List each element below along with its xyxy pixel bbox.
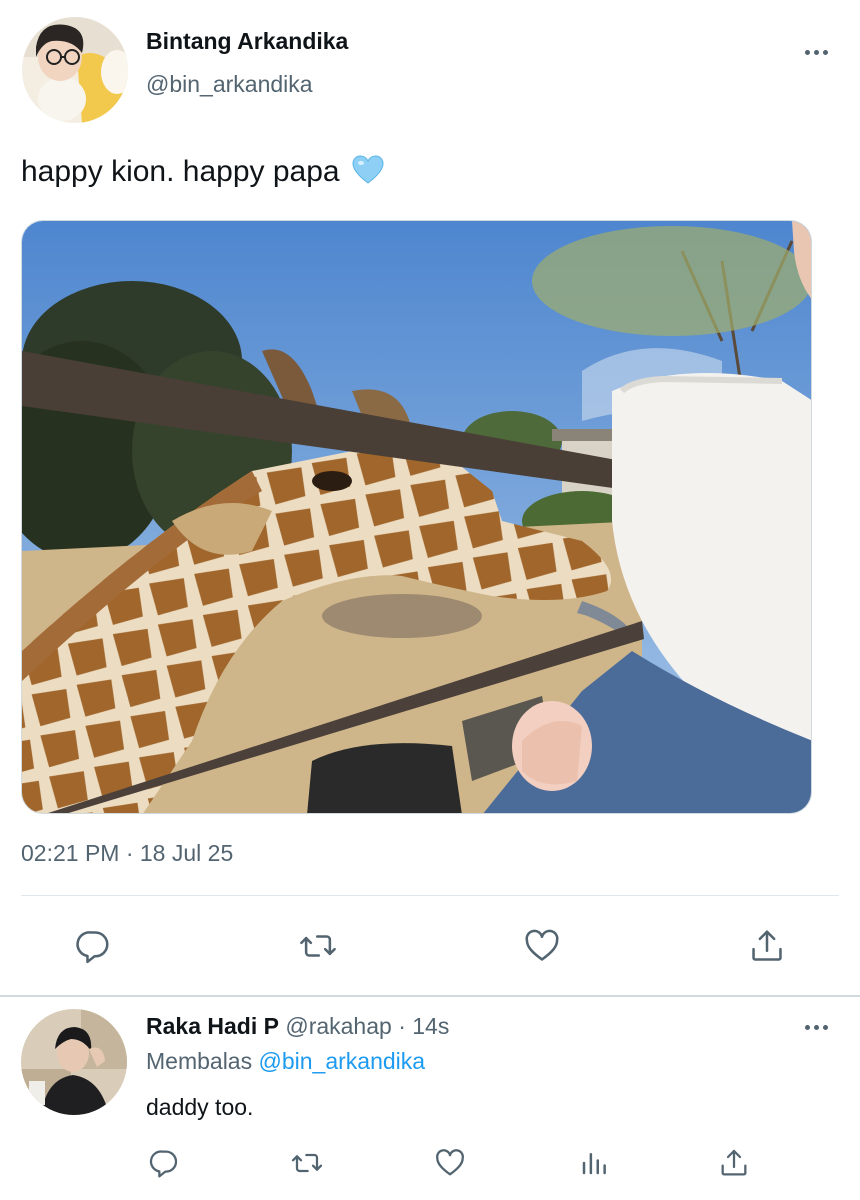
light-blue-heart-icon [352,155,384,193]
giraffe-photo [22,221,811,813]
reply-reply-icon[interactable] [146,1145,182,1181]
reply-retweet-icon[interactable] [288,1145,326,1181]
tweet-text: happy kion. happy papa [21,155,384,193]
reply-text: daddy too. [146,1094,254,1120]
reply-share-icon[interactable] [716,1145,752,1181]
main-tweet: Bintang Arkandika @bin_arkandika happy k… [0,0,860,995]
replying-to-line: Membalas @bin_arkandika [146,1048,425,1075]
like-icon[interactable] [520,925,564,967]
reply-author-avatar[interactable] [21,1009,127,1115]
more-options-icon[interactable] [796,42,836,62]
author-avatar[interactable] [22,17,128,123]
tweet-photo[interactable] [21,220,812,814]
divider [21,895,839,896]
tweet-text-content: happy kion. happy papa [21,155,340,188]
reply-tweet[interactable]: Raka Hadi P @rakahap · 14s Membalas @bin… [0,997,860,1200]
author-name[interactable]: Bintang Arkandika [146,28,348,55]
reply-like-icon[interactable] [432,1145,468,1181]
reply-header: Raka Hadi P @rakahap · 14s [146,1013,449,1040]
retweet-icon[interactable] [296,925,340,967]
reply-more-options-icon[interactable] [796,1017,836,1037]
reply-analytics-icon[interactable] [576,1145,612,1181]
reply-author-name[interactable]: Raka Hadi P [146,1013,279,1039]
author-handle[interactable]: @bin_arkandika [146,71,313,98]
tweet-timestamp[interactable]: 02:21 PM · 18 Jul 25 [21,840,233,867]
reply-icon[interactable] [72,925,114,967]
replying-to-link[interactable]: @bin_arkandika [259,1048,426,1074]
replying-to-prefix: Membalas [146,1048,253,1074]
share-icon[interactable] [746,925,788,967]
reply-author-handle[interactable]: @rakahap [285,1013,391,1039]
reply-time[interactable]: · 14s [398,1013,449,1039]
